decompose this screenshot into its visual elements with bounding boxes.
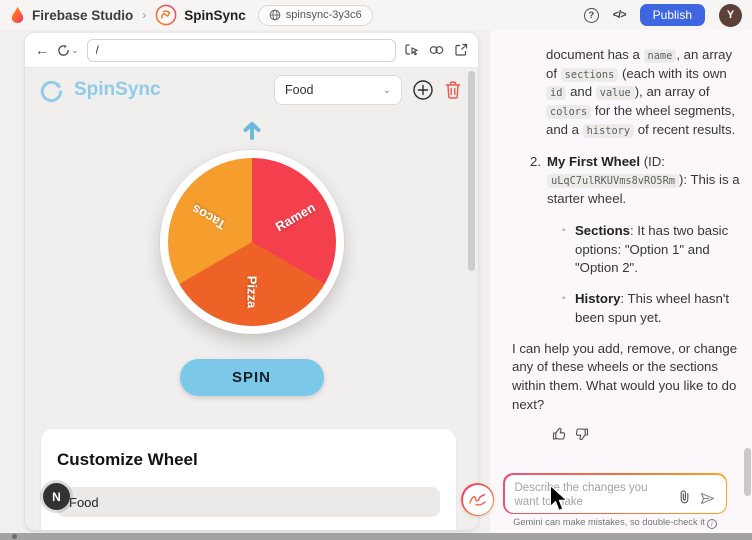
mouse-cursor xyxy=(549,485,569,512)
add-wheel-button[interactable] xyxy=(412,79,434,101)
firebase-logo-icon xyxy=(10,6,25,24)
thumbs-up-icon[interactable] xyxy=(552,427,566,441)
bold-text: History xyxy=(575,291,620,306)
inline-code: history xyxy=(583,124,634,138)
link-icon[interactable] xyxy=(429,44,444,56)
open-code-icon[interactable]: </> xyxy=(613,9,626,21)
refresh-icon xyxy=(57,44,70,57)
attach-icon[interactable] xyxy=(679,490,690,504)
wheel-select-value: Food xyxy=(285,83,314,97)
user-avatar[interactable]: Y xyxy=(719,4,742,27)
brand-label: Firebase Studio xyxy=(32,8,133,23)
chat-scrollbar[interactable] xyxy=(744,448,751,496)
list-marker: ◦ xyxy=(562,222,575,278)
inline-code: colors xyxy=(546,105,591,119)
customize-wheel-card: Customize Wheel Food xyxy=(41,429,456,530)
collaborator-cursor-badge: N xyxy=(43,483,70,510)
workspace-badge-label: spinsync-3y3c6 xyxy=(286,9,362,21)
text: (ID: xyxy=(640,154,665,169)
spin-button[interactable]: SPIN xyxy=(180,359,324,396)
workspace-badge[interactable]: spinsync-3y3c6 xyxy=(258,5,373,26)
publish-button[interactable]: Publish xyxy=(640,4,705,26)
help-icon[interactable]: ? xyxy=(584,8,599,23)
chat-input-inner: Describe the changes you want to make xyxy=(505,475,726,513)
app-viewport: SpinSync Food ⌄ RamenPizzaTacos xyxy=(25,68,478,530)
app-preview-panel: ← ⌄ xyxy=(25,33,478,530)
breadcrumb-separator: › xyxy=(142,8,146,22)
inline-code: sections xyxy=(561,68,619,82)
list-marker: ◦ xyxy=(562,290,575,327)
gemini-disclaimer-text: Gemini can make mistakes, so double-chec… xyxy=(513,517,705,527)
inline-code: name xyxy=(644,49,677,63)
window-bottom-dot xyxy=(12,534,17,539)
feedback-row xyxy=(552,427,744,441)
gemini-chat-panel: document has a name, an array of section… xyxy=(490,30,752,533)
text: document has a xyxy=(546,47,644,62)
chat-message: document has a name, an array of section… xyxy=(512,46,744,414)
wheel-select[interactable]: Food ⌄ xyxy=(274,75,402,105)
help-glyph: ? xyxy=(588,10,594,21)
preview-scrollbar[interactable] xyxy=(468,71,475,271)
chevron-down-icon: ⌄ xyxy=(383,85,391,96)
url-input[interactable] xyxy=(87,39,396,62)
text: (each with its own xyxy=(618,66,726,81)
select-element-icon[interactable] xyxy=(404,43,419,57)
open-in-new-icon[interactable] xyxy=(454,43,468,57)
preview-browser-bar: ← ⌄ xyxy=(25,33,478,68)
scribble-icon xyxy=(468,492,487,507)
bold-text: My First Wheel xyxy=(547,154,640,169)
window-bottom-edge xyxy=(0,533,752,540)
text: ), an array of xyxy=(635,84,710,99)
text: of recent results. xyxy=(634,122,735,137)
inline-code: uLqC7ulRKUVms8vRO5Rm xyxy=(547,174,679,188)
chat-list-item: ◦Sections: It has two basic options: "Op… xyxy=(562,222,744,278)
bold-text: Sections xyxy=(575,223,630,238)
delete-wheel-button[interactable] xyxy=(444,80,462,100)
back-button[interactable]: ← xyxy=(35,43,49,57)
thumbs-down-icon[interactable] xyxy=(575,427,589,441)
inline-code: value xyxy=(596,86,635,100)
chat-list-item: ◦History: This wheel hasn't been spun ye… xyxy=(562,290,744,327)
annotate-button-inner xyxy=(463,485,493,515)
app-logo-text: SpinSync xyxy=(74,79,161,101)
breadcrumb-spinsync[interactable]: SpinSync xyxy=(155,4,246,26)
text: I can help you add, remove, or change an… xyxy=(512,341,737,412)
chat-input-placeholder: Describe the changes you want to make xyxy=(515,481,675,510)
wheel-container: RamenPizzaTacos xyxy=(160,150,344,334)
chat-list-item: 2.My First Wheel (ID: uLqC7ulRKUVms8vRO5… xyxy=(530,153,744,209)
wheel-section: RamenPizzaTacos SPIN xyxy=(25,112,478,396)
app-header: SpinSync Food ⌄ xyxy=(25,68,478,112)
chat-paragraph: I can help you add, remove, or change an… xyxy=(512,340,744,415)
info-icon: i xyxy=(707,519,717,529)
text: and xyxy=(566,84,595,99)
customize-wheel-heading: Customize Wheel xyxy=(57,450,440,470)
refresh-dropdown-chevron[interactable]: ⌄ xyxy=(71,45,79,56)
chat-list-item: document has a name, an array of section… xyxy=(546,46,744,140)
refresh-button[interactable]: ⌄ xyxy=(57,44,79,57)
gemini-disclaimer: Gemini can make mistakes, so double-chec… xyxy=(496,517,734,529)
inline-code: id xyxy=(546,86,566,100)
chat-input[interactable]: Describe the changes you want to make xyxy=(503,473,727,514)
annotate-button[interactable] xyxy=(461,483,494,516)
wheel-segment-label: Pizza xyxy=(244,276,259,309)
app-name-label: SpinSync xyxy=(184,8,246,23)
globe-icon xyxy=(269,9,281,21)
top-bar: Firebase Studio › SpinSync spinsync-3y3c… xyxy=(0,0,752,30)
wheel-name-value: Food xyxy=(69,495,99,510)
wheel-pointer-arrow-icon xyxy=(239,118,265,143)
send-icon[interactable] xyxy=(700,492,715,505)
spinsync-logo-icon xyxy=(39,78,64,103)
wheel-name-input[interactable]: Food xyxy=(57,487,440,517)
list-marker: 2. xyxy=(530,153,547,209)
breadcrumb-firebase-studio[interactable]: Firebase Studio xyxy=(10,6,133,24)
spinsync-app-icon xyxy=(155,4,177,26)
